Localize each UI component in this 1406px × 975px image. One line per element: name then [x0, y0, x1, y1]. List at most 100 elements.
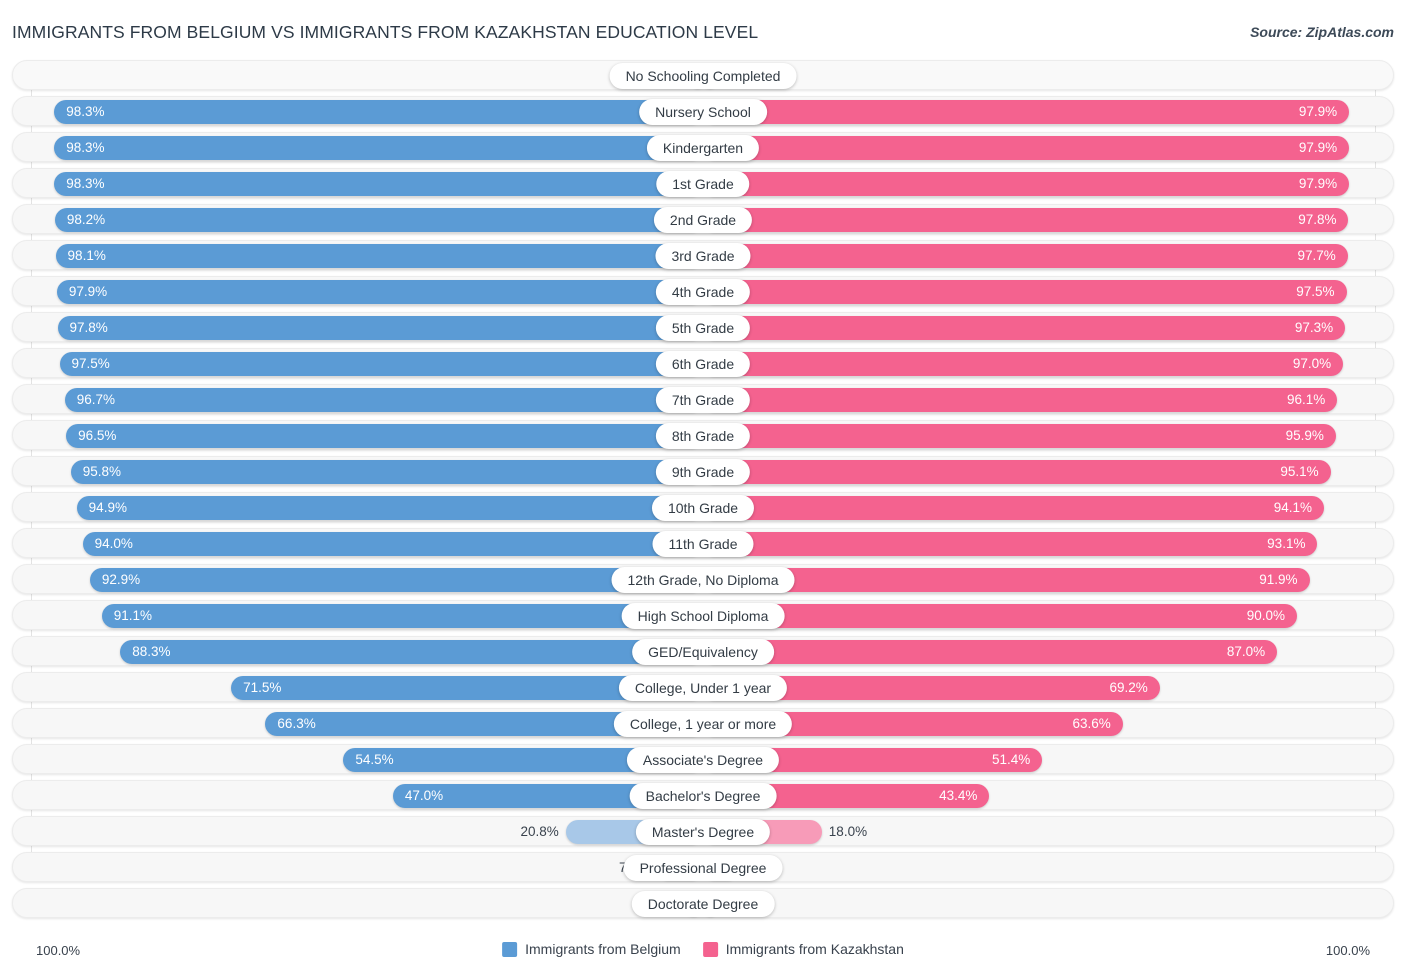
bar-right-kazakhstan: [703, 280, 1347, 304]
value-label-kazakhstan: 90.0%: [1246, 608, 1285, 623]
bar-rows-container: 1.7%2.1%No Schooling Completed 98.3% 97.9%…: [0, 60, 1406, 924]
value-label-kazakhstan: 97.5%: [1296, 284, 1335, 299]
value-label-belgium: 96.5%: [78, 428, 117, 443]
table-row: 92.9% 91.9% 12th Grade, No Diploma: [12, 564, 1394, 594]
value-label-kazakhstan: 97.7%: [1297, 248, 1336, 263]
value-label-belgium: 95.8%: [82, 464, 122, 479]
value-label-kazakhstan: 97.9%: [1298, 176, 1338, 191]
value-label-belgium: 88.3%: [132, 644, 171, 659]
legend-item-belgium[interactable]: Immigrants from Belgium: [502, 941, 681, 957]
bar-left-belgium: [54, 208, 703, 232]
table-row: 98.3% 97.9% Kindergarten: [12, 132, 1394, 162]
value-label-belgium: 47.0%: [404, 788, 444, 803]
value-label-kazakhstan: 95.9%: [1285, 428, 1324, 443]
table-row: 97.8% 97.3% 5th Grade: [12, 312, 1394, 342]
legend-swatch-icon: [702, 941, 718, 957]
table-row: 96.5% 95.9% 8th Grade: [12, 420, 1394, 450]
bar-left-belgium: [59, 352, 703, 376]
bar-left-belgium: [70, 460, 703, 484]
legend-swatch-icon: [502, 941, 518, 957]
category-label: 7th Grade: [655, 387, 751, 413]
table-row: 54.5% 51.4% Associate's Degree: [12, 744, 1394, 774]
value-label-belgium: 94.9%: [88, 500, 127, 515]
bar-left-belgium: [54, 172, 703, 196]
category-label: No Schooling Completed: [609, 63, 797, 89]
value-label-belgium: 98.2%: [66, 212, 106, 227]
category-label: 10th Grade: [651, 495, 755, 521]
category-label: 2nd Grade: [653, 207, 753, 233]
bar-right-kazakhstan: [703, 352, 1344, 376]
bar-right-kazakhstan: [703, 388, 1338, 412]
table-row: 94.0% 93.1% 11th Grade: [12, 528, 1394, 558]
value-label-kazakhstan: 87.0%: [1226, 644, 1266, 659]
value-label-belgium: 66.3%: [277, 716, 316, 731]
chart-footer: 100.0% 100.0% Immigrants from Belgium Imm…: [0, 935, 1406, 975]
bar-right-kazakhstan: [703, 424, 1336, 448]
category-label: GED/Equivalency: [632, 639, 774, 665]
chart-header: IMMIGRANTS FROM BELGIUM VS IMMIGRANTS FR…: [0, 0, 1406, 60]
value-label-kazakhstan: 97.8%: [1298, 212, 1337, 227]
table-row: 98.3% 97.9% Nursery School: [12, 96, 1394, 126]
category-label: 3rd Grade: [655, 243, 751, 269]
category-label: 8th Grade: [655, 423, 751, 449]
axis-label-right: 100.0%: [1325, 943, 1370, 958]
bar-left-belgium: [54, 100, 703, 124]
bar-right-kazakhstan: [703, 604, 1297, 628]
category-label: Associate's Degree: [626, 747, 780, 773]
bar-left-belgium: [66, 424, 703, 448]
bar-right-kazakhstan: [703, 100, 1350, 124]
value-label-kazakhstan: 94.1%: [1273, 500, 1313, 515]
value-label-belgium: 97.9%: [68, 284, 108, 299]
value-label-belgium: 71.5%: [243, 680, 282, 695]
category-label: Master's Degree: [635, 819, 771, 845]
table-row: 98.1% 97.7% 3rd Grade: [12, 240, 1394, 270]
value-label-kazakhstan: 95.1%: [1280, 464, 1319, 479]
chart-plot-area: 1.7%2.1%No Schooling Completed 98.3% 97.9%…: [0, 60, 1406, 935]
legend-item-kazakhstan[interactable]: Immigrants from Kazakhstan: [702, 941, 904, 957]
value-label-kazakhstan: 96.1%: [1286, 392, 1326, 407]
bar-left-belgium: [55, 244, 703, 268]
bar-left-belgium: [120, 640, 703, 664]
table-row: 47.0% 43.4% Bachelor's Degree: [12, 780, 1394, 810]
table-row: 1.7%2.1%No Schooling Completed: [12, 60, 1394, 90]
category-label: Professional Degree: [623, 855, 783, 881]
value-label-belgium: 94.0%: [94, 536, 133, 551]
table-row: 66.3% 63.6% College, 1 year or more: [12, 708, 1394, 738]
category-label: 11th Grade: [652, 531, 754, 557]
category-label: Kindergarten: [646, 135, 760, 161]
bar-right-kazakhstan: [703, 496, 1325, 520]
category-label: 1st Grade: [656, 171, 750, 197]
category-label: 9th Grade: [655, 459, 751, 485]
category-label: 4th Grade: [655, 279, 751, 305]
value-label-kazakhstan: 18.0%: [828, 824, 868, 839]
category-label: High School Diploma: [621, 603, 785, 629]
value-label-kazakhstan: 97.9%: [1298, 104, 1338, 119]
legend-label: Immigrants from Kazakhstan: [725, 941, 904, 957]
value-label-belgium: 97.8%: [69, 320, 108, 335]
value-label-belgium: 54.5%: [355, 752, 394, 767]
value-label-belgium: 98.1%: [67, 248, 106, 263]
legend-label: Immigrants from Belgium: [525, 941, 681, 957]
chart-page: IMMIGRANTS FROM BELGIUM VS IMMIGRANTS FR…: [0, 0, 1406, 975]
value-label-belgium: 92.9%: [101, 572, 141, 587]
category-label: College, 1 year or more: [613, 711, 793, 737]
value-label-kazakhstan: 63.6%: [1072, 716, 1111, 731]
table-row: 71.5% 69.2% College, Under 1 year: [12, 672, 1394, 702]
bar-right-kazakhstan: [703, 532, 1318, 556]
bar-right-kazakhstan: [703, 316, 1346, 340]
category-label: Nursery School: [639, 99, 767, 125]
value-label-belgium: 97.5%: [71, 356, 110, 371]
table-row: 91.1% 90.0% High School Diploma: [12, 600, 1394, 630]
bar-right-kazakhstan: [703, 208, 1349, 232]
table-row: 94.9% 94.1% 10th Grade: [12, 492, 1394, 522]
bar-left-belgium: [57, 316, 703, 340]
bar-left-belgium: [56, 280, 703, 304]
value-label-kazakhstan: 91.9%: [1259, 572, 1298, 587]
source-attribution: Source: ZipAtlas.com: [1250, 24, 1394, 40]
value-label-belgium: 98.3%: [66, 104, 105, 119]
table-row: 7.0%5.5%Professional Degree: [12, 852, 1394, 882]
value-label-kazakhstan: 51.4%: [991, 752, 1031, 767]
bar-left-belgium: [76, 496, 703, 520]
value-label-kazakhstan: 97.3%: [1294, 320, 1334, 335]
category-label: Bachelor's Degree: [629, 783, 777, 809]
